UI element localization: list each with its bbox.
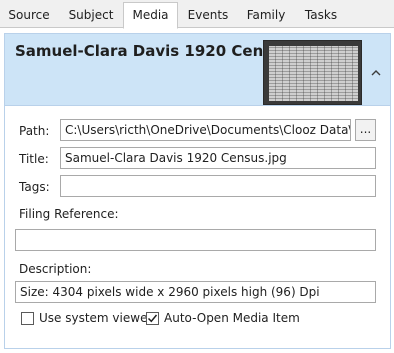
path-label: Path: — [19, 124, 50, 138]
auto-open-checkbox[interactable] — [146, 312, 159, 325]
path-field[interactable]: C:\Users\ricth\OneDrive\Documents\Clooz … — [60, 119, 351, 141]
tab-media[interactable]: Media — [123, 2, 178, 29]
media-header: Samuel-Clara Davis 1920 Census.jpg — [5, 34, 390, 106]
checkmark-icon — [147, 314, 158, 323]
browse-button[interactable]: ... — [355, 119, 376, 141]
tab-bar: Source Subject Media Events Family Tasks — [0, 0, 394, 29]
media-thumbnail[interactable] — [263, 40, 362, 105]
collapse-button[interactable] — [368, 64, 384, 80]
auto-open-label: Auto-Open Media Item — [164, 311, 300, 325]
chevron-up-icon — [371, 69, 381, 75]
census-document-image — [269, 46, 358, 101]
tab-tasks[interactable]: Tasks — [298, 3, 344, 28]
title-label: Title: — [19, 152, 49, 166]
tab-family[interactable]: Family — [240, 3, 292, 28]
media-panel: Samuel-Clara Davis 1920 Census.jpg Path:… — [4, 33, 391, 349]
filing-reference-field[interactable] — [15, 229, 376, 251]
tab-source[interactable]: Source — [5, 3, 53, 28]
filing-reference-label: Filing Reference: — [19, 207, 119, 221]
title-field[interactable]: Samuel-Clara Davis 1920 Census.jpg — [60, 147, 376, 169]
tags-label: Tags: — [19, 180, 50, 194]
tab-events[interactable]: Events — [181, 3, 235, 28]
description-field[interactable]: Size: 4304 pixels wide x 2960 pixels hig… — [15, 281, 376, 303]
tags-field[interactable] — [60, 175, 376, 197]
description-label: Description: — [19, 262, 92, 276]
tab-subject[interactable]: Subject — [60, 3, 122, 28]
system-viewer-checkbox[interactable] — [21, 312, 34, 325]
system-viewer-label: Use system viewer — [39, 311, 153, 325]
